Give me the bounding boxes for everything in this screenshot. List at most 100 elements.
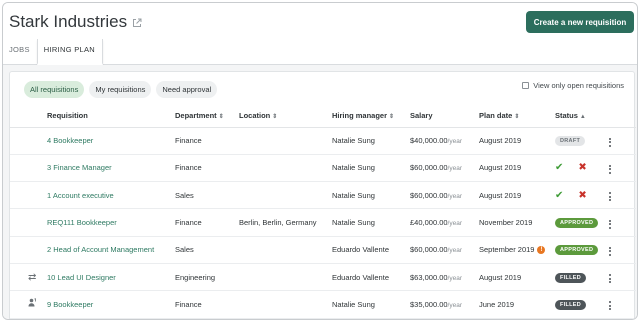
table-row[interactable]: 3 Finance Manager Finance Natalie Sung $… [10,154,636,183]
header-hiring-manager[interactable]: Hiring manager ⇕ [332,105,410,128]
view-open-toggle[interactable]: View only open requisitions [522,81,624,90]
location-cell [239,263,332,292]
location-cell [239,154,332,183]
sort-icon[interactable]: ⇕ [514,113,519,120]
warning-icon[interactable]: ! [537,246,546,255]
actions-cell [607,154,636,183]
page-title: Stark Industries [9,12,142,32]
table-row[interactable]: ⇄ 10 Lead UI Designer Engineering Eduard… [10,263,636,292]
department-cell: Sales [175,236,239,264]
status-cell: APPROVED [555,236,607,264]
status-cell: ✔ ✖ [555,181,607,210]
actions-cell [607,236,636,264]
actions-cell [607,290,636,319]
status-badge: APPROVED [555,218,599,229]
department-cell: Finance [175,154,239,183]
department-cell: Finance [175,208,239,237]
header-location-label: Location [239,111,271,121]
status-cell: ✔ ✖ [555,154,607,183]
tab-bar: JOBS HIRING PLAN [3,39,104,65]
header-icon-col [10,105,47,128]
location-cell [239,181,332,210]
status-badge: FILLED [555,272,587,283]
plan-date-cell: November 2019 [479,208,555,237]
chip-need-approval[interactable]: Need approval [156,81,218,98]
plan-date-cell: August 2019 [479,181,555,210]
reject-x-icon[interactable]: ✖ [578,190,586,201]
row-icon-cell [10,127,47,155]
sort-icon[interactable]: ⇕ [219,113,224,120]
filter-chips: All requisitions My requisitions Need ap… [24,81,218,98]
salary-unit: /year [447,138,462,146]
header-status[interactable]: Status ▲ [555,105,607,128]
salary-cell: $60,000.00/year [410,181,479,210]
header-hiring-manager-label: Hiring manager [332,111,388,121]
salary-cell: $35,000.00/year [410,290,479,319]
salary-cell: $63,000.00/year [410,263,479,292]
status-cell: APPROVED [555,208,607,237]
status-badge: APPROVED [555,245,599,256]
manager-cell: Eduardo Vallente [332,236,410,264]
table-row[interactable]: 1 Account executive Sales Natalie Sung $… [10,181,636,210]
sort-icon[interactable]: ⇕ [389,113,394,120]
requisition-link[interactable]: 9 Bookkeeper [47,300,93,309]
salary-unit: /year [447,301,462,309]
manager-cell: Natalie Sung [332,290,410,319]
salary-value: $63,000.00 [410,272,448,282]
reject-x-icon[interactable]: ✖ [578,162,586,173]
header-actions-col [607,105,636,128]
salary-cell: £40,000.00/year [410,208,479,237]
sort-icon[interactable]: ⇕ [272,113,277,120]
view-open-label: View only open requisitions [533,81,624,90]
requisition-link[interactable]: 3 Finance Manager [47,163,112,172]
tab-hiring-plan[interactable]: HIRING PLAN [36,39,104,65]
salary-value: $40,000.00 [410,136,448,146]
table-row[interactable]: REQ111 Bookkeeper Finance Berlin, Berlin… [10,208,636,237]
user-count-icon [10,290,47,319]
status-cell: DRAFT [555,127,607,155]
plan-date-cell: September 2019! [479,236,555,264]
row-icon-cell [10,154,47,183]
salary-cell: $60,000.00/year [410,154,479,183]
create-requisition-button[interactable]: Create a new requisition [526,11,634,33]
plan-date-cell: August 2019 [479,263,555,292]
external-link-icon[interactable] [132,18,142,28]
salary-value: $60,000.00 [410,163,448,173]
requisitions-card: All requisitions My requisitions Need ap… [9,71,636,319]
more-actions-icon[interactable] [607,272,613,285]
requisition-link[interactable]: 1 Account executive [47,191,114,200]
table-row[interactable]: 4 Bookkeeper Finance Natalie Sung $40,00… [10,127,636,155]
more-actions-icon[interactable] [607,190,613,203]
more-actions-icon[interactable] [607,136,613,149]
more-actions-icon[interactable] [607,299,613,312]
approve-check-icon[interactable]: ✔ [555,162,563,173]
department-cell: Finance [175,127,239,155]
requisition-link[interactable]: 4 Bookkeeper [47,136,93,145]
salary-cell: $60,000.00/year [410,236,479,264]
actions-cell [607,181,636,210]
table-row[interactable]: 2 Head of Account Management Sales Eduar… [10,236,636,264]
header-department-label: Department [175,111,217,121]
header-location[interactable]: Location ⇕ [239,105,332,128]
requisition-link[interactable]: 2 Head of Account Management [47,245,154,254]
chip-my-requisitions[interactable]: My requisitions [89,81,152,98]
more-actions-icon[interactable] [607,163,613,176]
row-icon-cell [10,236,47,264]
more-actions-icon[interactable] [607,218,613,231]
header-requisition: Requisition [47,105,175,128]
chip-all-requisitions[interactable]: All requisitions [24,81,85,98]
sort-up-icon[interactable]: ▲ [580,114,586,120]
header-department[interactable]: Department ⇕ [175,105,239,128]
requisition-link[interactable]: 10 Lead UI Designer [47,273,116,282]
more-actions-icon[interactable] [607,245,613,258]
location-cell [239,127,332,155]
salary-unit: /year [447,247,462,255]
department-cell: Engineering [175,263,239,292]
approve-check-icon[interactable]: ✔ [555,190,563,201]
tab-jobs[interactable]: JOBS [3,39,37,65]
manager-cell: Natalie Sung [332,127,410,155]
header-plan-date[interactable]: Plan date ⇕ [479,105,555,128]
view-open-checkbox[interactable] [522,82,530,89]
requisition-link[interactable]: REQ111 Bookkeeper [47,218,117,227]
table-row[interactable]: 9 Bookkeeper Finance Natalie Sung $35,00… [10,290,636,319]
